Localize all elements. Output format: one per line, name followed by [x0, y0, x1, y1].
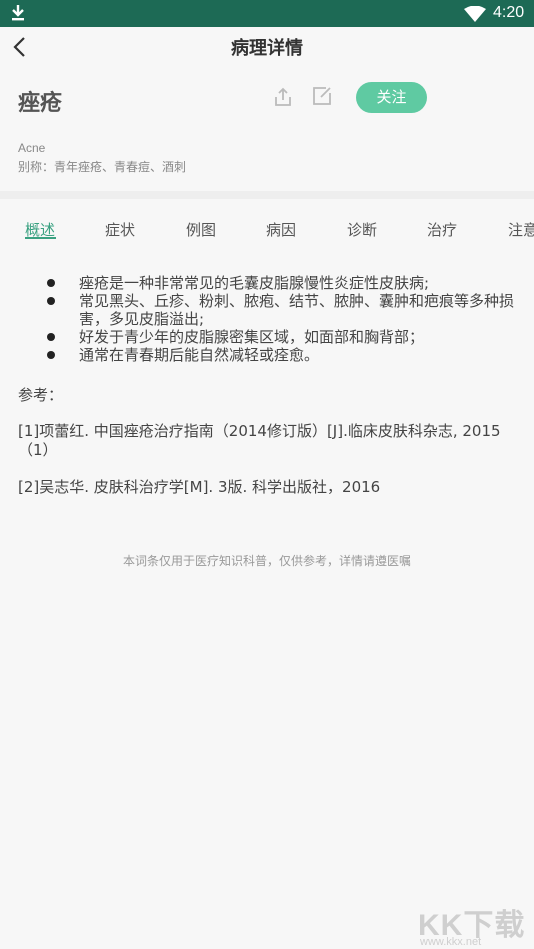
- list-item: 常见黑头、丘疹、粉刺、脓疱、结节、脓肿、囊肿和疤痕等多种损害，多见皮脂溢出;: [47, 292, 517, 328]
- list-item: 好发于青少年的皮脂腺密集区域，如面部和胸背部；: [47, 328, 517, 346]
- disclaimer-text: 本词条仅用于医疗知识科普，仅供参考，详情请遵医嘱: [122, 554, 411, 568]
- status-bar: 4:20: [0, 0, 534, 27]
- disease-name: 痤疮: [18, 91, 63, 116]
- english-name: Acne: [18, 141, 46, 155]
- section-divider: [0, 191, 534, 199]
- list-item: 痤疮是一种非常常见的毛囊皮脂腺慢性炎症性皮肤病;: [47, 274, 517, 292]
- watermark-logo: KK下载 www.kkx.net: [418, 900, 530, 948]
- tab-treatment[interactable]: 治疗: [427, 219, 457, 240]
- edit-icon[interactable]: [312, 86, 332, 106]
- active-tab-indicator: [25, 237, 56, 239]
- list-item: 通常在青春期后能自然减轻或痊愈。: [47, 346, 517, 364]
- follow-button[interactable]: 关注: [356, 82, 427, 113]
- tab-notes[interactable]: 注意: [508, 219, 534, 240]
- references-heading: 参考：: [18, 386, 64, 404]
- reference-item: [1]项蕾红. 中国痤疮治疗指南（2014修订版）[J].临床皮肤科杂志, 20…: [18, 422, 501, 459]
- status-time: 4:20: [493, 4, 525, 21]
- tab-symptoms[interactable]: 症状: [105, 219, 135, 240]
- tab-images[interactable]: 例图: [186, 219, 216, 240]
- wifi-icon: [464, 6, 486, 22]
- reference-item: [2]吴志华. 皮肤科治疗学[M]. 3版. 科学出版社，2016: [18, 478, 381, 496]
- overview-list: 痤疮是一种非常常见的毛囊皮脂腺慢性炎症性皮肤病; 常见黑头、丘疹、粉刺、脓疱、结…: [47, 274, 517, 364]
- tab-causes[interactable]: 病因: [266, 219, 296, 240]
- alias-text: 别称：青年痤疮、青春痘、酒刺: [18, 160, 187, 174]
- download-icon: [12, 5, 24, 21]
- share-icon[interactable]: [273, 87, 293, 107]
- tab-diagnosis[interactable]: 诊断: [347, 219, 377, 240]
- tab-bar: 概述 症状 例图 病因 诊断 治疗 注意: [0, 199, 534, 249]
- watermark-url: www.kkx.net: [420, 936, 482, 948]
- page-title: 病理详情: [231, 38, 303, 59]
- detail-header: 病理详情 痤疮 关注 Acne 别称：青年痤疮、青春痘、酒刺: [0, 27, 534, 195]
